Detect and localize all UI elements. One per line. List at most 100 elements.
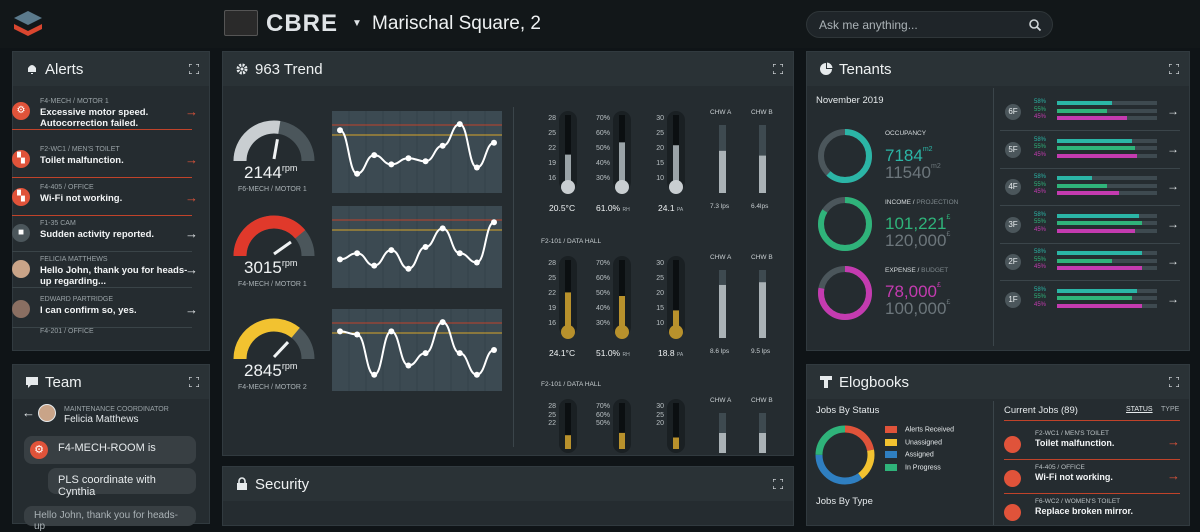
temperature-value: 20.5°C — [549, 203, 576, 213]
thermometer-scale-label: 30% — [595, 175, 610, 182]
chw-bar-fill — [759, 282, 766, 338]
trend-point — [405, 155, 412, 162]
thermometer-scale-label: 70% — [595, 403, 610, 410]
sort-status-tab[interactable]: STATUS — [1126, 406, 1153, 413]
floor-percent: 45% — [1034, 151, 1047, 158]
floor-badge[interactable]: 4F — [1005, 179, 1021, 195]
chw-b-value: 6.4lps — [751, 203, 769, 210]
alert-item[interactable]: FELICIA MATTHEWS Hello John, thank you fo… — [12, 252, 198, 288]
floor-percent: 45% — [1034, 264, 1047, 270]
back-arrow-icon[interactable]: ← — [22, 405, 35, 420]
location-selector[interactable]: Marischal Square, 2 — [372, 13, 541, 35]
alert-item[interactable]: EDWARD PARTRIDGE I can confirm so, yes. → — [12, 292, 198, 328]
arrow-right-icon[interactable]: → — [1167, 468, 1180, 483]
arrow-right-icon[interactable]: → — [1167, 254, 1179, 268]
gauge-needle — [272, 341, 290, 359]
floor-badge[interactable]: 1F — [1005, 291, 1021, 308]
trend-point — [354, 170, 361, 177]
app-logo-icon[interactable] — [10, 10, 46, 38]
alert-tag: F4-405 / OFFICE — [40, 184, 94, 191]
arrow-right-icon[interactable]: → — [185, 302, 198, 317]
chevron-down-icon[interactable]: ▼ — [352, 18, 362, 29]
job-row[interactable]: F4-405 / OFFICE Wi-Fi not working. → — [1004, 462, 1180, 494]
expand-icon[interactable] — [189, 377, 199, 387]
expand-icon[interactable] — [1169, 64, 1179, 74]
thermometer-scale-label: 60% — [595, 130, 610, 137]
arrow-right-icon[interactable]: → — [1167, 104, 1179, 118]
alert-tag: F4-201 / OFFICE — [40, 328, 94, 335]
avatar[interactable] — [38, 404, 56, 422]
team-title: Team — [45, 373, 82, 391]
alert-message: Toilet malfunction. — [40, 155, 124, 166]
floor-bar-track — [1057, 191, 1157, 195]
gauge-label: F4-MECH / MOTOR 1 — [238, 281, 307, 288]
thermometer-bulb — [615, 325, 629, 339]
income-projection: 120,000£ — [885, 231, 950, 251]
arrow-right-icon[interactable]: → — [1167, 179, 1179, 193]
floor-bar — [1057, 221, 1142, 225]
search-bar[interactable] — [806, 11, 1053, 38]
arrow-right-icon[interactable]: → — [1167, 217, 1179, 231]
occupancy-total: 11540m2 — [885, 163, 941, 183]
thermometer-scale-label: 50% — [595, 145, 610, 152]
alert-item[interactable]: F4-201 / OFFICE — [12, 326, 192, 344]
arrow-right-icon[interactable]: → — [185, 226, 198, 241]
trend-point — [371, 152, 378, 159]
thermometer-bulb — [561, 180, 575, 194]
thermometer-scale-label: 30 — [656, 260, 664, 267]
trend-point — [422, 350, 429, 357]
floor-badge[interactable]: 6F — [1005, 104, 1021, 120]
gauge-label: F6-MECH / MOTOR 1 — [238, 186, 307, 193]
expense-label: EXPENSE / BUDGET — [885, 267, 949, 274]
thermometer-scale-label: 60% — [595, 275, 610, 282]
trend-point — [456, 121, 463, 128]
thermometer-bulb — [669, 180, 683, 194]
pressure-value: 18.8 PA — [658, 348, 683, 358]
trend-charts — [233, 111, 766, 453]
floor-bar-track — [1057, 183, 1157, 188]
trend-point — [354, 250, 361, 257]
arrow-right-icon[interactable]: → — [1167, 434, 1180, 449]
thermometer-scale-label: 25 — [548, 130, 556, 137]
job-row[interactable]: F6-WC2 / WOMEN'S TOILET Replace broken mi… — [1004, 496, 1180, 528]
income-projection-text: 120,000 — [885, 231, 947, 250]
arrow-right-icon[interactable]: → — [185, 190, 198, 205]
alert-item[interactable]: ▚ F2-WC1 / MEN'S TOILET Toilet malfunction… — [12, 142, 198, 178]
trend-point — [405, 265, 412, 272]
floor-bar-track — [1057, 251, 1157, 255]
floor-badge[interactable]: 2F — [1005, 254, 1021, 270]
lock-icon: ■ — [12, 224, 30, 242]
jobs-by-type-title: Jobs By Type — [816, 496, 873, 507]
expand-icon[interactable] — [189, 64, 199, 74]
floor-badge[interactable]: 3F — [1005, 216, 1021, 233]
search-input[interactable] — [819, 18, 1019, 32]
arrow-right-icon[interactable]: → — [1167, 142, 1179, 156]
humidity-value: 51.0% RH — [596, 348, 630, 358]
job-row[interactable]: F2-WC1 / MEN'S TOILET Toilet malfunction.… — [1004, 428, 1180, 460]
expand-icon[interactable] — [1169, 377, 1179, 387]
occupancy-label-text: OCCUPANCY — [885, 130, 927, 137]
arrow-right-icon[interactable]: → — [1167, 292, 1179, 306]
arrow-right-icon[interactable]: → — [185, 262, 198, 277]
gauge-value-text: 2845 — [244, 361, 282, 380]
floor-bar-track — [1057, 266, 1157, 270]
arrow-right-icon[interactable]: → — [185, 104, 198, 119]
alert-item[interactable]: ■ F1-35 CAM Sudden activity reported. → — [12, 216, 198, 252]
jobs-status-ring — [815, 425, 875, 485]
sort-type-tab[interactable]: TYPE — [1161, 406, 1179, 413]
chw-bar-fill — [719, 284, 726, 338]
thermometer-scale-label: 25 — [656, 130, 664, 137]
elogbooks-header: Elogbooks — [807, 365, 1189, 399]
floor-badge[interactable]: 5F — [1005, 141, 1021, 158]
alert-item[interactable]: ⚙ F4-MECH / MOTOR 1 Excessive motor speed.… — [12, 94, 198, 130]
trend-point — [491, 219, 497, 226]
expand-icon[interactable] — [773, 479, 783, 489]
floor-bar — [1057, 213, 1139, 218]
team-contact-name[interactable]: Felicia Matthews — [64, 414, 138, 425]
thermometer-scale-label: 28 — [548, 260, 556, 267]
arrow-right-icon[interactable]: → — [185, 152, 198, 167]
search-icon[interactable] — [1028, 18, 1042, 32]
pressure-value-text: 18.8 — [658, 348, 675, 358]
alert-item[interactable]: ▚ F4-405 / OFFICE Wi-Fi not working. → — [12, 180, 198, 216]
chw-a-label: CHW A — [710, 254, 732, 261]
